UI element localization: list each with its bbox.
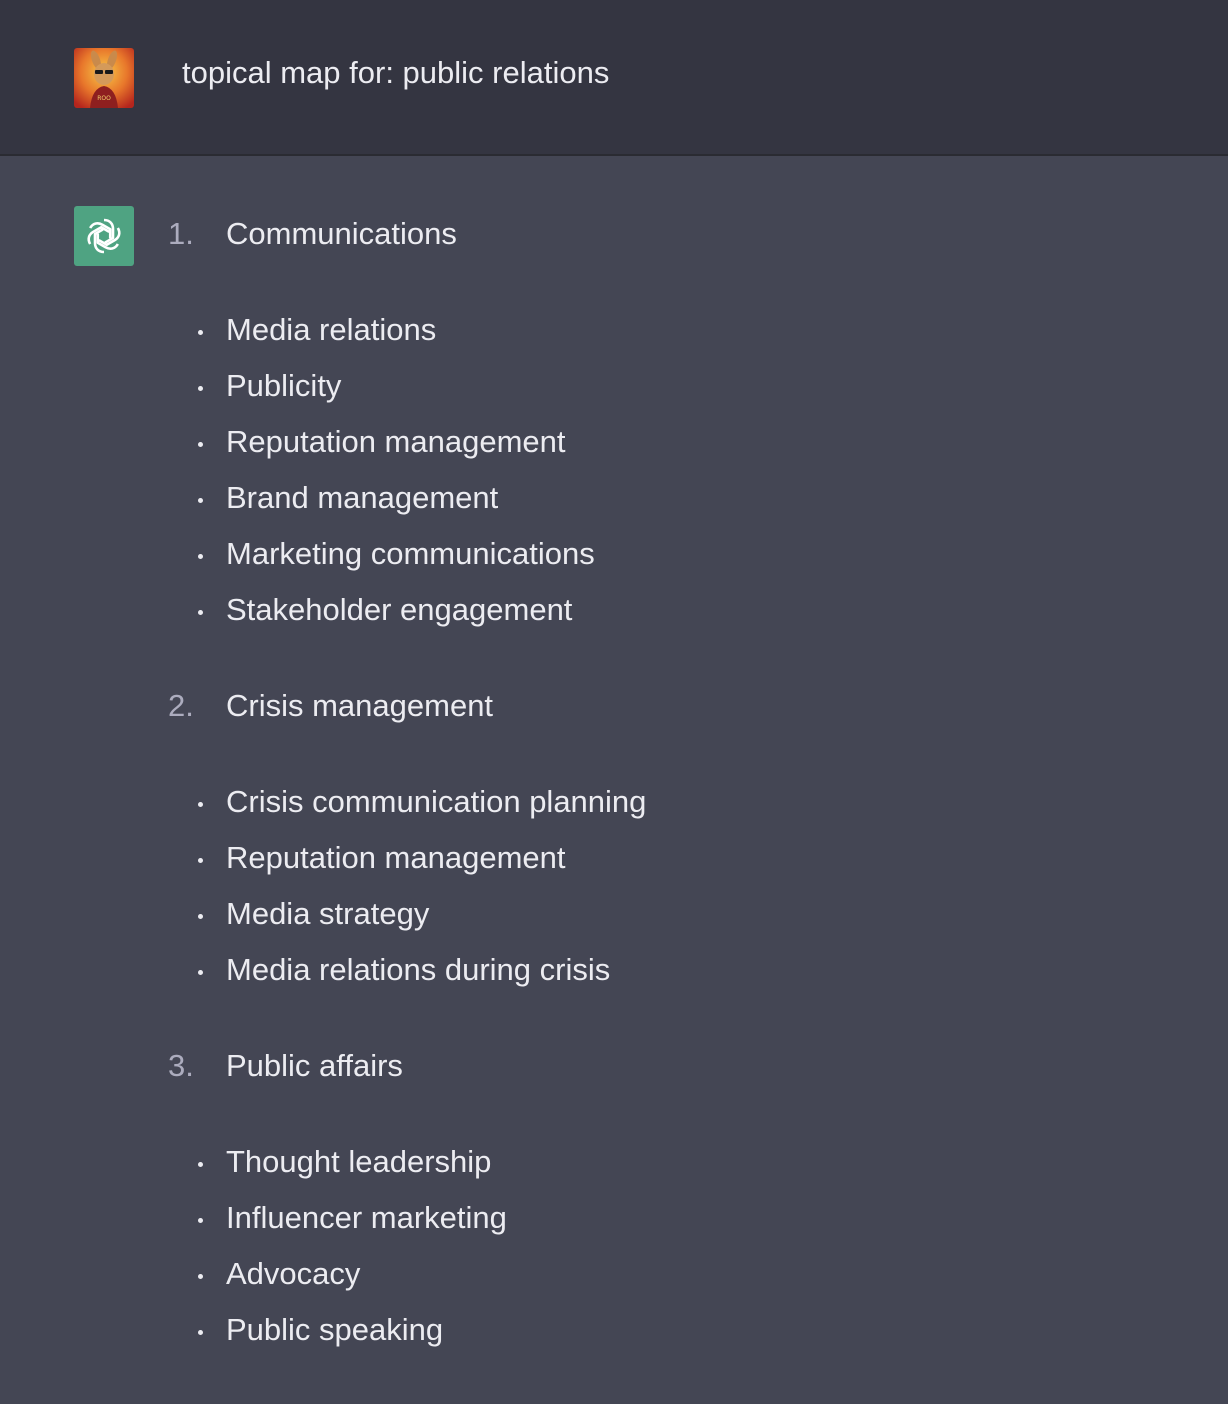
section-public-affairs: 3. Public affairs xyxy=(168,1044,403,1088)
openai-logo-icon xyxy=(84,218,124,254)
section-number: 3. xyxy=(168,1048,194,1083)
list-item: Media relations xyxy=(198,312,437,347)
section-crisis-management: 2. Crisis management xyxy=(168,684,493,728)
list-item: Thought leadership xyxy=(198,1144,492,1179)
section-communications: 1. Communications xyxy=(168,212,457,256)
list-item: Publicity xyxy=(198,368,342,403)
list-item: Media relations during crisis xyxy=(198,952,611,987)
list-item: Stakeholder engagement xyxy=(198,592,573,627)
user-message-row: ROO topical map for: public relations xyxy=(0,0,1228,156)
section-title: Communications xyxy=(226,216,457,251)
assistant-avatar xyxy=(74,206,134,266)
section-number: 2. xyxy=(168,688,194,723)
list-item: Public speaking xyxy=(198,1312,444,1347)
svg-text:ROO: ROO xyxy=(97,95,111,102)
user-message-text: topical map for: public relations xyxy=(182,55,610,90)
list-item: Reputation management xyxy=(198,424,566,459)
user-avatar: ROO xyxy=(74,48,134,108)
assistant-message-row: 1. Communications Media relations Publici… xyxy=(0,156,1228,1404)
section-title: Public affairs xyxy=(226,1048,403,1083)
list-item: Reputation management xyxy=(198,840,566,875)
list-item: Influencer marketing xyxy=(198,1200,507,1235)
list-item: Marketing communications xyxy=(198,536,595,571)
list-item: Brand management xyxy=(198,480,499,515)
section-title: Crisis management xyxy=(226,688,494,723)
list-item: Crisis communication planning xyxy=(198,784,647,819)
list-item: Media strategy xyxy=(198,896,430,931)
list-item: Advocacy xyxy=(198,1256,361,1291)
section-number: 1. xyxy=(168,216,194,251)
kangaroo-avatar-icon: ROO xyxy=(74,48,134,108)
